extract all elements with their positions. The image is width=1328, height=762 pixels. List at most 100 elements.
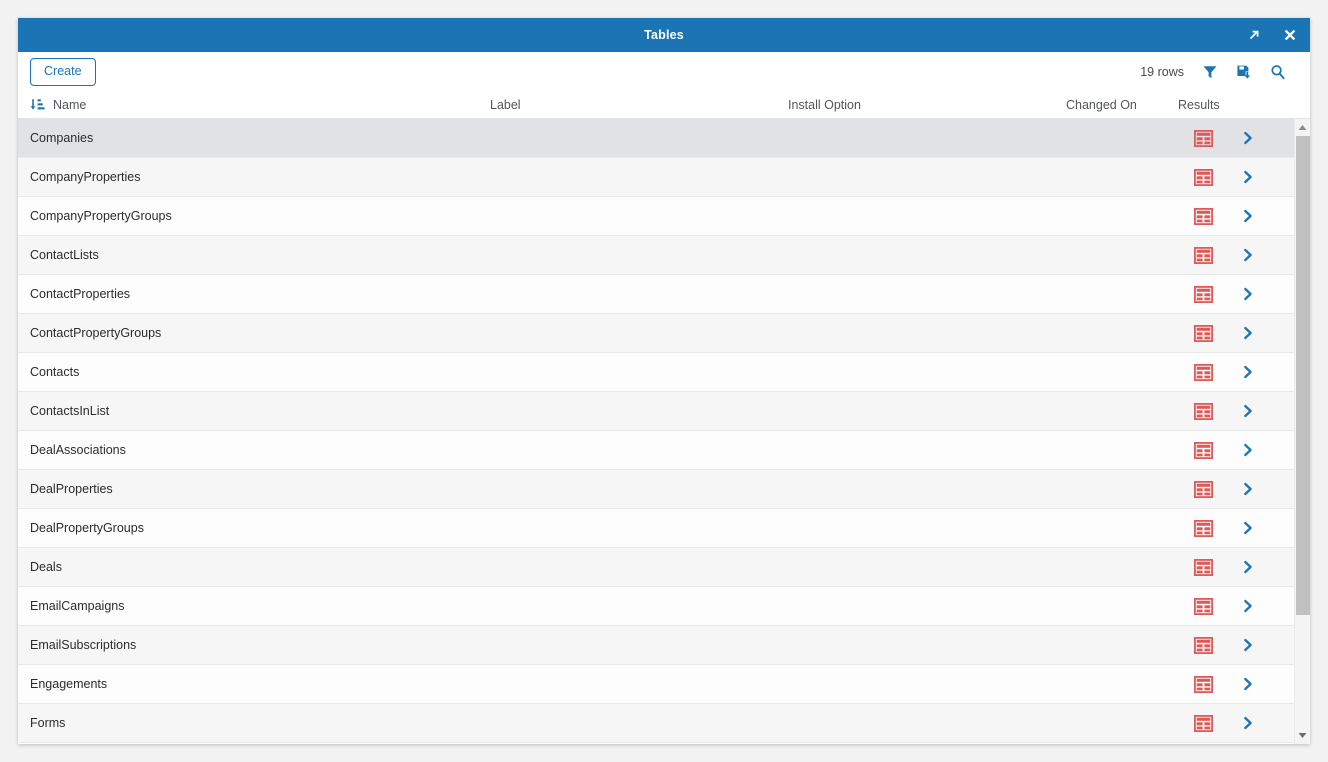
chevron-right-icon[interactable] bbox=[1241, 677, 1255, 691]
row-cell-name: ContactPropertyGroups bbox=[30, 326, 162, 340]
row-cell-results bbox=[1178, 665, 1278, 703]
chevron-right-icon[interactable] bbox=[1241, 716, 1255, 730]
chevron-right-icon[interactable] bbox=[1241, 599, 1255, 613]
vertical-scrollbar[interactable] bbox=[1294, 119, 1310, 744]
create-button[interactable]: Create bbox=[30, 58, 96, 86]
table-grid-icon[interactable] bbox=[1194, 636, 1213, 654]
table-row[interactable]: EmailCampaigns bbox=[18, 587, 1294, 626]
table-row[interactable]: DealProperties bbox=[18, 470, 1294, 509]
row-cell-changed-on bbox=[1066, 158, 1178, 196]
chevron-right-icon[interactable] bbox=[1241, 131, 1255, 145]
column-header-results[interactable]: Results bbox=[1178, 98, 1278, 112]
table-grid-icon[interactable] bbox=[1194, 207, 1213, 225]
row-cell-results bbox=[1178, 470, 1278, 508]
column-header-changed-on[interactable]: Changed On bbox=[1066, 98, 1178, 112]
row-cell-results bbox=[1178, 392, 1278, 430]
row-cell-label bbox=[490, 626, 788, 664]
table-row[interactable]: Deals bbox=[18, 548, 1294, 587]
column-header-install-option[interactable]: Install Option bbox=[788, 98, 1066, 112]
table-grid-icon[interactable] bbox=[1194, 402, 1213, 420]
table-row[interactable]: ContactsInList bbox=[18, 392, 1294, 431]
table-grid-icon[interactable] bbox=[1194, 285, 1213, 303]
row-cell-label bbox=[490, 197, 788, 235]
chevron-right-icon[interactable] bbox=[1241, 287, 1255, 301]
table-grid-icon[interactable] bbox=[1194, 519, 1213, 537]
table-row[interactable]: Forms bbox=[18, 704, 1294, 743]
table-grid-icon[interactable] bbox=[1194, 714, 1213, 732]
chevron-right-icon[interactable] bbox=[1241, 170, 1255, 184]
table-grid-icon[interactable] bbox=[1194, 129, 1213, 147]
row-cell-label bbox=[490, 314, 788, 352]
maximize-icon[interactable] bbox=[1244, 25, 1264, 45]
column-header-name[interactable]: Name bbox=[18, 98, 490, 112]
chevron-right-icon[interactable] bbox=[1241, 209, 1255, 223]
row-cell-install-option bbox=[788, 431, 1066, 469]
row-cell-install-option bbox=[788, 119, 1066, 157]
grid-toolbar: Create 19 rows bbox=[18, 52, 1310, 92]
row-cell-changed-on bbox=[1066, 275, 1178, 313]
chevron-right-icon[interactable] bbox=[1241, 482, 1255, 496]
chevron-right-icon[interactable] bbox=[1241, 443, 1255, 457]
row-cell-install-option bbox=[788, 470, 1066, 508]
table-grid-icon[interactable] bbox=[1194, 441, 1213, 459]
table-row[interactable]: CompanyProperties bbox=[18, 158, 1294, 197]
row-cell-install-option bbox=[788, 665, 1066, 703]
table-row[interactable]: CompanyPropertyGroups bbox=[18, 197, 1294, 236]
row-cell-results bbox=[1178, 158, 1278, 196]
row-cell-results bbox=[1178, 509, 1278, 547]
chevron-right-icon[interactable] bbox=[1241, 404, 1255, 418]
sort-ascending-icon[interactable] bbox=[30, 98, 45, 112]
table-row[interactable]: ContactPropertyGroups bbox=[18, 314, 1294, 353]
table-row[interactable]: ContactProperties bbox=[18, 275, 1294, 314]
table-grid-icon[interactable] bbox=[1194, 480, 1213, 498]
table-row[interactable]: ContactLists bbox=[18, 236, 1294, 275]
table-grid-icon[interactable] bbox=[1194, 246, 1213, 264]
scroll-down-arrow-icon[interactable] bbox=[1295, 727, 1311, 744]
column-header-changed-on-text: Changed On bbox=[1066, 98, 1137, 112]
close-icon[interactable] bbox=[1280, 25, 1300, 45]
table-row[interactable]: DealPropertyGroups bbox=[18, 509, 1294, 548]
table-row[interactable]: EmailSubscriptions bbox=[18, 626, 1294, 665]
row-cell-label bbox=[490, 392, 788, 430]
row-cell-install-option bbox=[788, 314, 1066, 352]
row-cell-name: Engagements bbox=[30, 677, 108, 691]
column-header-row: Name Label Install Option Changed On Res… bbox=[18, 92, 1310, 119]
grid-rows: Companies CompanyProperties CompanyPropert… bbox=[18, 119, 1294, 744]
table-row[interactable]: Engagements bbox=[18, 665, 1294, 704]
table-grid-icon[interactable] bbox=[1194, 363, 1213, 381]
table-grid-icon[interactable] bbox=[1194, 597, 1213, 615]
table-row[interactable]: DealAssociations bbox=[18, 431, 1294, 470]
table-grid-icon[interactable] bbox=[1194, 675, 1213, 693]
scroll-up-arrow-icon[interactable] bbox=[1295, 119, 1311, 136]
column-header-install-option-text: Install Option bbox=[788, 98, 861, 112]
window-title: Tables bbox=[644, 28, 684, 42]
row-cell-install-option bbox=[788, 197, 1066, 235]
chevron-right-icon[interactable] bbox=[1241, 560, 1255, 574]
scrollbar-track[interactable] bbox=[1295, 136, 1311, 727]
table-grid-icon[interactable] bbox=[1194, 324, 1213, 342]
filter-icon[interactable] bbox=[1200, 62, 1220, 82]
row-cell-install-option bbox=[788, 275, 1066, 313]
column-header-name-label: Name bbox=[53, 98, 87, 112]
table-row[interactable]: Companies bbox=[18, 119, 1294, 158]
row-cell-results bbox=[1178, 431, 1278, 469]
chevron-right-icon[interactable] bbox=[1241, 248, 1255, 262]
row-cell-changed-on bbox=[1066, 626, 1178, 664]
chevron-right-icon[interactable] bbox=[1241, 326, 1255, 340]
table-grid-icon[interactable] bbox=[1194, 558, 1213, 576]
row-cell-results bbox=[1178, 275, 1278, 313]
search-icon[interactable] bbox=[1268, 62, 1288, 82]
table-grid-icon[interactable] bbox=[1194, 168, 1213, 186]
chevron-right-icon[interactable] bbox=[1241, 521, 1255, 535]
scrollbar-thumb[interactable] bbox=[1295, 136, 1310, 615]
chevron-right-icon[interactable] bbox=[1241, 365, 1255, 379]
table-row[interactable]: Contacts bbox=[18, 353, 1294, 392]
tables-window: Tables Create 19 rows Name Label Install… bbox=[18, 18, 1310, 744]
chevron-right-icon[interactable] bbox=[1241, 638, 1255, 652]
save-icon[interactable] bbox=[1234, 62, 1254, 82]
row-cell-install-option bbox=[788, 626, 1066, 664]
row-cell-label bbox=[490, 587, 788, 625]
row-cell-install-option bbox=[788, 353, 1066, 391]
row-cell-results bbox=[1178, 197, 1278, 235]
column-header-label[interactable]: Label bbox=[490, 98, 788, 112]
